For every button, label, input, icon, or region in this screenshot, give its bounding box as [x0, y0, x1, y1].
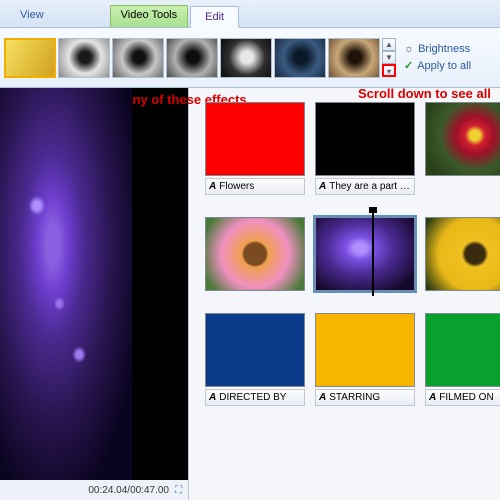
preview-time-bar: 00:24.04/00:47.00 ⛶	[0, 480, 188, 500]
clip[interactable]	[425, 102, 500, 195]
effect-thumb[interactable]	[274, 38, 326, 78]
gallery-expand-button[interactable]: ▾	[382, 64, 396, 77]
preview-frame	[0, 88, 132, 480]
clip[interactable]: AFlowers	[205, 102, 305, 195]
effect-thumb[interactable]	[166, 38, 218, 78]
effect-thumb[interactable]	[328, 38, 380, 78]
clip-caption[interactable]: AFILMED ON	[425, 389, 500, 406]
clip-thumbnail[interactable]	[315, 102, 415, 176]
clip-thumbnail[interactable]	[425, 217, 500, 291]
clip[interactable]	[425, 217, 500, 291]
effect-thumb[interactable]	[112, 38, 164, 78]
clip[interactable]: ASTARRING	[315, 313, 415, 406]
apply-to-all-button[interactable]: Apply to all	[404, 59, 471, 72]
gallery-scroll-up[interactable]: ▲	[382, 38, 396, 51]
clip-thumbnail[interactable]	[425, 102, 500, 176]
contextual-tab-group-label: Video Tools	[110, 5, 188, 27]
effect-thumb[interactable]	[58, 38, 110, 78]
check-icon	[404, 59, 413, 72]
clip[interactable]: AFILMED ON	[425, 313, 500, 406]
clip-caption[interactable]: AFlowers	[205, 178, 305, 195]
effect-thumb[interactable]	[4, 38, 56, 78]
clip-thumbnail[interactable]	[205, 102, 305, 176]
effects-gallery	[4, 38, 380, 78]
clip-thumbnail[interactable]	[205, 217, 305, 291]
ribbon-tabs-bar: View Video Tools Edit	[0, 0, 500, 28]
tab-view[interactable]: View	[6, 5, 58, 27]
clip[interactable]: ADIRECTED BY	[205, 313, 305, 406]
gallery-scroll: ▲ ▼ ▾	[382, 38, 396, 77]
apply-all-label: Apply to all	[417, 60, 471, 72]
storyboard-pane: AFlowers AThey are a part of..	[189, 88, 500, 500]
ribbon-body: ▲ ▼ ▾ Brightness Apply to all	[0, 28, 500, 88]
brightness-label: Brightness	[418, 43, 470, 55]
clip-caption[interactable]: AThey are a part of..	[315, 178, 415, 195]
clip[interactable]	[315, 217, 415, 291]
clip-thumbnail[interactable]	[315, 313, 415, 387]
clip-caption[interactable]: ADIRECTED BY	[205, 389, 305, 406]
tab-edit[interactable]: Edit	[190, 6, 239, 28]
clip-thumbnail[interactable]	[205, 313, 305, 387]
brightness-button[interactable]: Brightness	[404, 43, 471, 55]
effect-thumb[interactable]	[220, 38, 272, 78]
preview-pane: 00:24.04/00:47.00 ⛶	[0, 88, 189, 500]
clip-thumbnail[interactable]	[425, 313, 500, 387]
time-display: 00:24.04/00:47.00	[88, 485, 169, 496]
gallery-scroll-down[interactable]: ▼	[382, 51, 396, 64]
clip[interactable]: AThey are a part of..	[315, 102, 415, 195]
playhead[interactable]	[372, 212, 374, 296]
fullscreen-icon[interactable]: ⛶	[175, 485, 182, 496]
preview-video[interactable]	[0, 88, 188, 480]
clip-caption[interactable]: ASTARRING	[315, 389, 415, 406]
clip-thumbnail-selected[interactable]	[315, 217, 415, 291]
clip[interactable]	[205, 217, 305, 291]
brightness-icon	[404, 43, 414, 55]
